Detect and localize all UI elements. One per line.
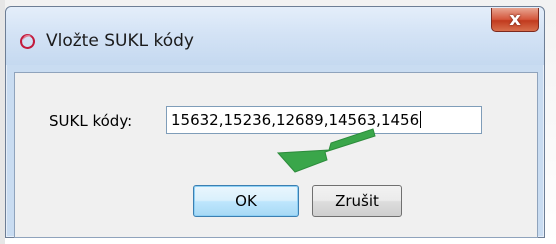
cancel-button[interactable]: Zrušit <box>312 185 402 217</box>
text-caret <box>420 111 422 128</box>
sukl-codes-input[interactable]: 15632,15236,12689,14563,1456 <box>166 106 482 134</box>
sukl-dialog: Vložte SUKL kódy x SUKL kódy: 15632,1523… <box>5 6 545 238</box>
dialog-title: Vložte SUKL kódy <box>46 31 194 51</box>
ok-button[interactable]: OK <box>193 185 299 217</box>
title-bar[interactable]: Vložte SUKL kódy x <box>6 7 544 65</box>
sukl-codes-label: SUKL kódy: <box>49 112 133 130</box>
dialog-content: SUKL kódy: 15632,15236,12689,14563,1456 … <box>14 72 538 238</box>
sukl-codes-value: 15632,15236,12689,14563,1456 <box>171 111 420 129</box>
close-icon: x <box>509 9 521 30</box>
close-button[interactable]: x <box>491 8 539 32</box>
app-ring-icon <box>17 31 38 52</box>
